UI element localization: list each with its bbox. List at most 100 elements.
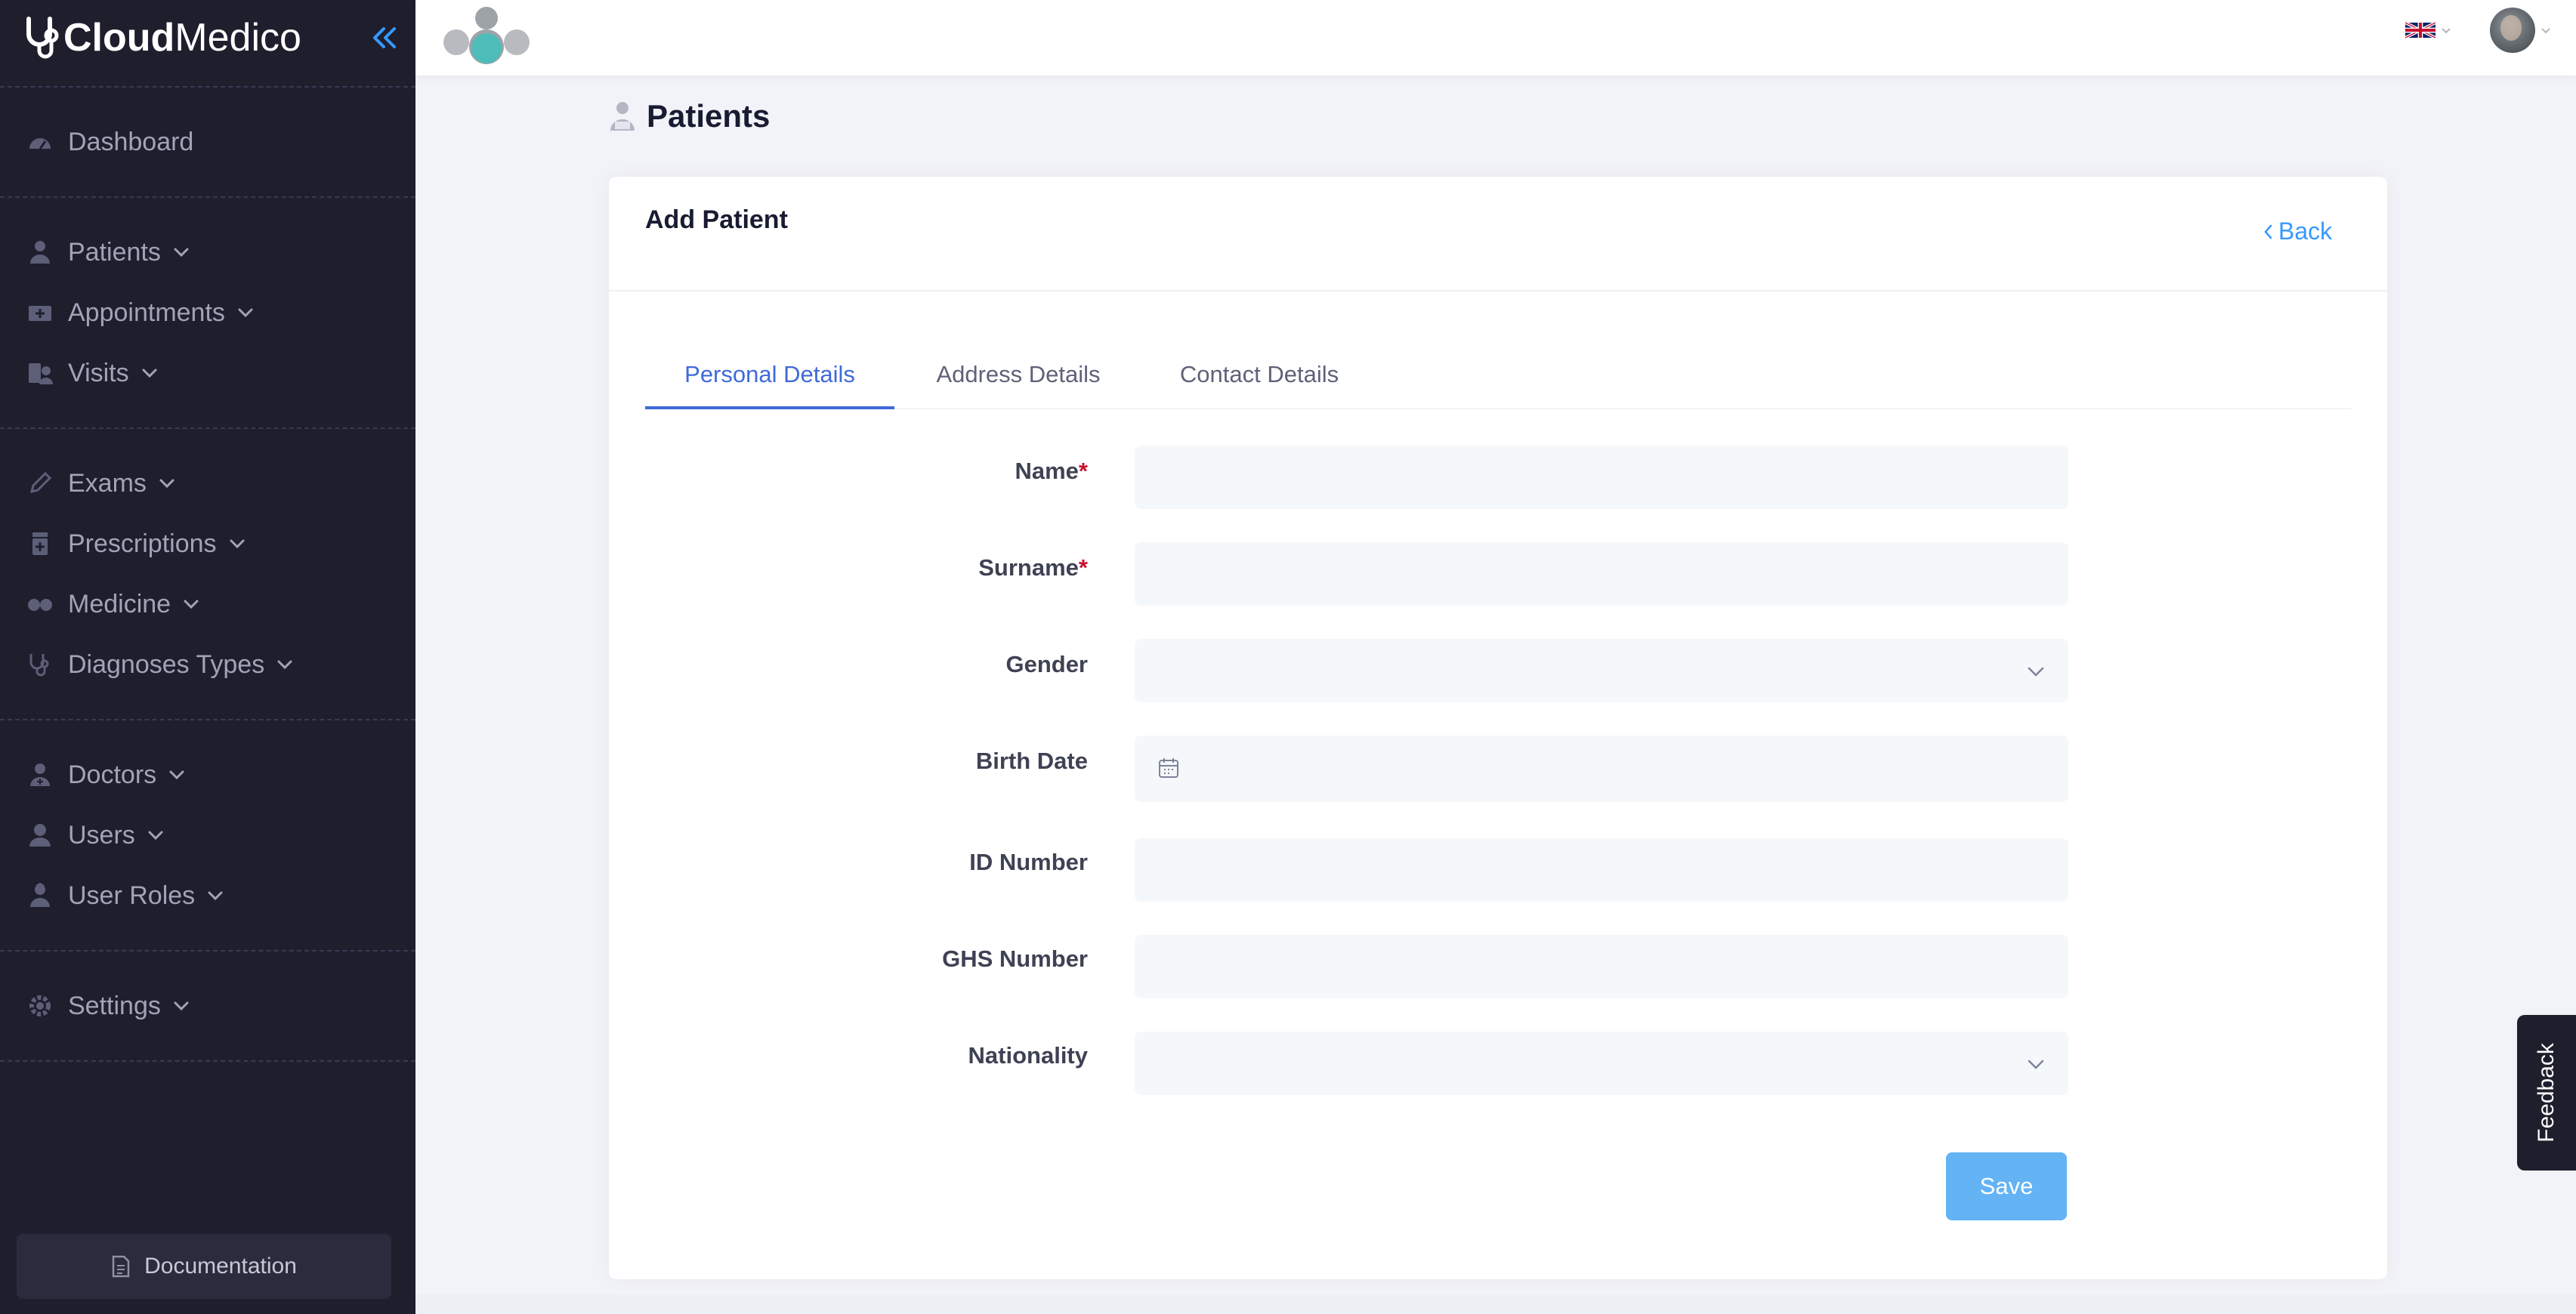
sidebar-item-visits[interactable]: Visits — [27, 350, 159, 396]
sidebar-item-label: Medicine — [68, 589, 171, 618]
chevron-down-icon — [159, 479, 175, 489]
feedback-button[interactable]: Feedback — [2517, 1015, 2576, 1171]
name-label: Name* — [1015, 458, 1088, 484]
brand-logo[interactable]: Cloud Medico — [23, 11, 301, 65]
nationality-select[interactable] — [1135, 1032, 2068, 1095]
sidebar-item-doctors[interactable]: Doctors — [27, 752, 187, 797]
tab-personal-details[interactable]: Personal Details — [645, 349, 894, 409]
sidebar-item-label: Diagnoses Types — [68, 649, 265, 679]
sidebar-divider — [0, 1060, 415, 1062]
document-icon — [112, 1255, 130, 1278]
sidebar-item-label: Settings — [68, 991, 161, 1020]
stethoscope-logo-icon — [26, 17, 59, 59]
app-logo-icon[interactable] — [441, 2, 532, 68]
language-selector[interactable] — [2405, 15, 2452, 45]
sidebar-item-prescriptions[interactable]: Prescriptions — [27, 521, 247, 566]
chevron-down-icon — [2541, 28, 2550, 34]
top-header — [415, 0, 2576, 76]
required-mark: * — [1078, 458, 1088, 484]
chevron-down-icon — [184, 600, 199, 609]
birth-date-label-row: Birth Date — [609, 748, 1088, 778]
sidebar-divider — [0, 196, 415, 198]
patient-icon — [610, 102, 635, 131]
sidebar-item-medicine[interactable]: Medicine — [27, 581, 201, 627]
brand-name-bold: Cloud — [63, 16, 175, 60]
sidebar-item-label: User Roles — [68, 881, 196, 910]
sidebar-divider — [0, 86, 415, 88]
uk-flag-icon — [2405, 21, 2435, 39]
gender-label-row: Gender — [609, 651, 1088, 681]
patient-icon — [30, 241, 50, 264]
sidebar-item-patients[interactable]: Patients — [27, 230, 191, 275]
chevron-down-icon — [2028, 1060, 2044, 1069]
chevron-left-icon — [2264, 224, 2272, 239]
id-number-label-row: ID Number — [609, 849, 1088, 879]
user-menu[interactable] — [2490, 8, 2552, 53]
chevron-down-icon — [142, 369, 157, 378]
sidebar-item-label: Patients — [68, 237, 161, 267]
chevron-down-icon — [208, 891, 223, 901]
name-label-row: Name* — [609, 458, 1088, 488]
user-role-icon — [30, 883, 50, 907]
collapse-sidebar-icon[interactable] — [367, 20, 403, 56]
sidebar-item-label: Dashboard — [68, 127, 194, 156]
sidebar: Cloud Medico Dashboard Patients Appointme… — [0, 0, 415, 1314]
footer-strip — [415, 1294, 2576, 1314]
dashboard-icon — [29, 138, 51, 150]
surname-label: Surname* — [978, 554, 1088, 581]
tab-address-details[interactable]: Address Details — [894, 349, 1142, 409]
id-number-input[interactable] — [1135, 838, 2068, 902]
nationality-label-row: Nationality — [609, 1042, 1088, 1072]
ghs-number-label-row: GHS Number — [609, 945, 1088, 976]
doctor-icon — [30, 763, 50, 786]
chevron-down-icon — [2442, 28, 2451, 34]
avatar — [2490, 8, 2535, 53]
brand-name-light: Medico — [175, 16, 301, 60]
sidebar-item-label: Users — [68, 820, 135, 850]
pills-icon — [28, 599, 52, 611]
sidebar-divider — [0, 950, 415, 952]
sidebar-item-appointments[interactable]: Appointments — [27, 290, 255, 335]
ghs-number-input[interactable] — [1135, 935, 2068, 998]
sidebar-item-label: Doctors — [68, 760, 157, 789]
stethoscope-icon — [29, 654, 49, 677]
chevron-down-icon — [277, 660, 292, 670]
sidebar-item-user-roles[interactable]: User Roles — [27, 873, 225, 918]
sidebar-item-settings[interactable]: Settings — [27, 983, 191, 1029]
chevron-down-icon — [169, 770, 184, 780]
sidebar-item-exams[interactable]: Exams — [27, 461, 177, 506]
birth-date-input[interactable] — [1135, 736, 2068, 802]
sidebar-item-label: Exams — [68, 468, 147, 498]
gender-label: Gender — [1005, 651, 1088, 677]
feedback-label: Feedback — [2534, 1043, 2559, 1143]
save-button[interactable]: Save — [1946, 1152, 2067, 1220]
sidebar-item-diagnoses-types[interactable]: Diagnoses Types — [27, 642, 295, 687]
sidebar-item-dashboard[interactable]: Dashboard — [27, 119, 193, 165]
sidebar-divider — [0, 427, 415, 429]
sidebar-item-label: Visits — [68, 358, 129, 387]
pencil-icon — [29, 471, 52, 494]
chevron-down-icon — [174, 248, 189, 258]
documentation-label: Documentation — [144, 1254, 297, 1279]
sidebar-item-label: Appointments — [68, 298, 225, 327]
add-patient-card: Add Patient Back Personal Details Addres… — [609, 177, 2387, 1279]
back-label: Back — [2278, 217, 2333, 245]
surname-input[interactable] — [1135, 542, 2068, 606]
sidebar-item-users[interactable]: Users — [27, 813, 165, 858]
name-input[interactable] — [1135, 446, 2068, 509]
ghs-number-label: GHS Number — [942, 945, 1088, 972]
documentation-button[interactable]: Documentation — [17, 1234, 391, 1299]
gear-icon — [29, 995, 51, 1016]
tab-contact-details[interactable]: Contact Details — [1142, 349, 1376, 409]
surname-label-row: Surname* — [609, 554, 1088, 585]
appointment-icon — [29, 306, 51, 321]
nationality-label: Nationality — [968, 1042, 1088, 1069]
sidebar-item-label: Prescriptions — [68, 529, 217, 558]
back-link[interactable]: Back — [2262, 217, 2332, 245]
chevron-down-icon — [238, 308, 253, 318]
user-icon — [29, 824, 51, 847]
gender-select[interactable] — [1135, 639, 2068, 702]
chevron-down-icon — [230, 539, 245, 549]
form-tabs: Personal Details Address Details Contact… — [645, 349, 2351, 409]
id-number-label: ID Number — [969, 849, 1088, 875]
